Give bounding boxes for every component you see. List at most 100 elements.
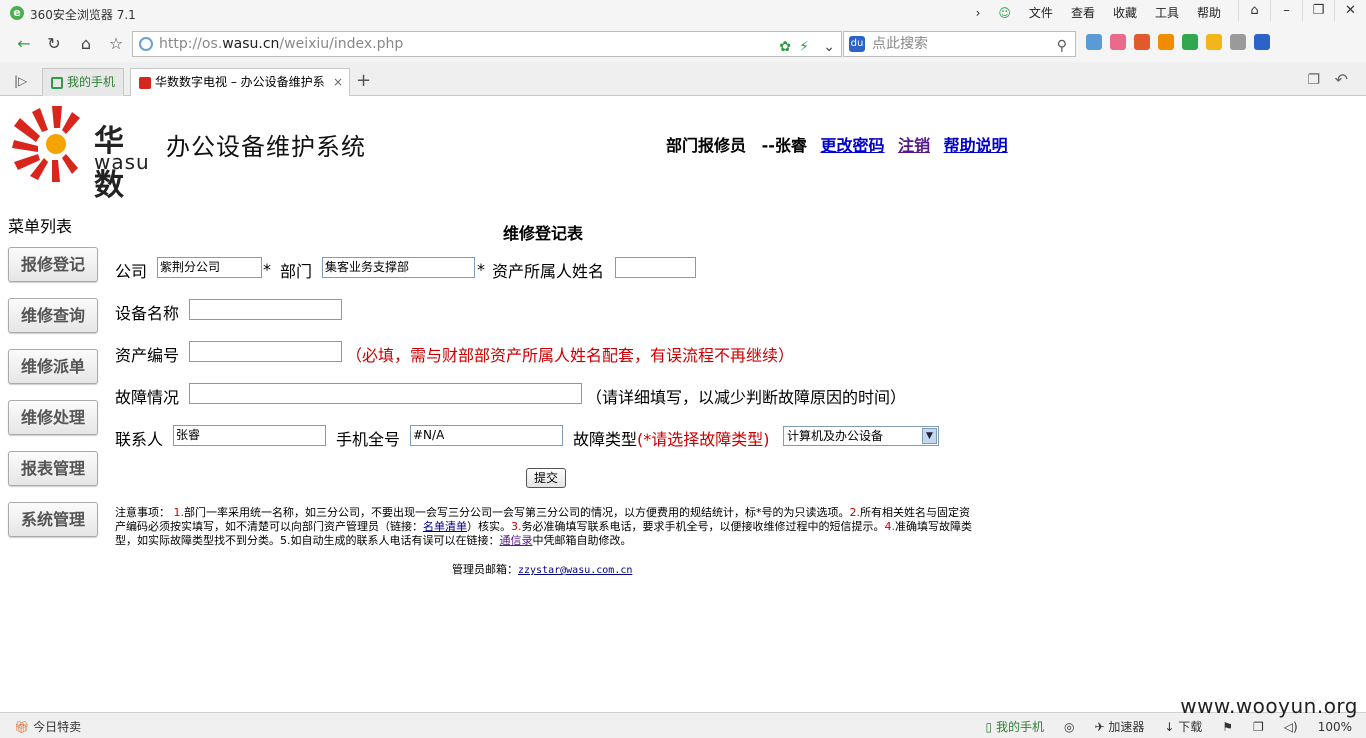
chevron-down-icon[interactable]: ⌄ xyxy=(823,35,835,59)
fault-type-select[interactable]: 计算机及办公设备 ▼ xyxy=(783,426,939,446)
menu-view[interactable]: 查看 xyxy=(1071,4,1095,21)
page-icon xyxy=(139,37,153,51)
browser-titlebar: e 360安全浏览器 7.1 › ☺ 文件 查看 收藏 工具 帮助 ⌂ – ❐ … xyxy=(0,0,1366,26)
company-field[interactable]: 紫荆分公司 xyxy=(157,257,262,278)
search-icon[interactable]: ⚲ xyxy=(1057,34,1067,58)
note-number: 3. xyxy=(511,520,522,533)
fullscreen-icon[interactable]: ❐ xyxy=(1253,720,1264,734)
user-bar: 部门报修员 --张睿 更改密码 注销 帮助说明 xyxy=(666,132,1008,156)
tab-list-icon[interactable]: ❐ xyxy=(1307,72,1320,88)
dept-field[interactable]: 集客业务支撑部 xyxy=(322,257,475,278)
note-number: 5. xyxy=(280,534,291,547)
tab-bar: |▷ 我的手机 华数数字电视 – 办公设备维护系 × + ❐ ↶ xyxy=(0,62,1366,97)
daily-deals-label: 今日特卖 xyxy=(33,720,82,734)
speed-icon[interactable]: ⚡ xyxy=(799,35,809,59)
sidebar-item-repair-dispatch[interactable]: 维修派单 xyxy=(8,349,98,384)
back-icon[interactable]: ← xyxy=(12,32,36,56)
url-input[interactable]: http://os.wasu.cn/weixiu/index.php ✿ ⚡ ⌄ xyxy=(132,31,842,57)
contact-field[interactable]: 张睿 xyxy=(173,425,326,446)
restore-button[interactable]: ❐ xyxy=(1302,0,1334,22)
flag-icon[interactable]: ⚑ xyxy=(1222,720,1233,734)
home-icon[interactable]: ⌂ xyxy=(74,32,98,56)
skin-icon[interactable]: ⌂ xyxy=(1238,0,1270,22)
star-icon[interactable]: ☆ xyxy=(104,32,128,56)
url-domain: wasu.cn xyxy=(222,36,280,52)
fault-type-label: 故障类型(*请选择故障类型) xyxy=(573,426,770,450)
close-button[interactable]: ✕ xyxy=(1334,0,1366,22)
menu-favorites[interactable]: 收藏 xyxy=(1113,4,1137,21)
menu-tools[interactable]: 工具 xyxy=(1155,4,1179,21)
daily-deals[interactable]: 🎁︎ 今日特卖 xyxy=(14,718,81,735)
search-placeholder: 点此搜索 xyxy=(872,36,928,52)
refresh-icon[interactable]: ↻ xyxy=(42,32,66,56)
plane-icon[interactable] xyxy=(1158,34,1174,50)
calendar-icon[interactable] xyxy=(1134,34,1150,50)
menu-help[interactable]: 帮助 xyxy=(1197,4,1221,21)
wasu-favicon xyxy=(139,76,151,89)
volume-icon[interactable]: ◁) xyxy=(1284,720,1298,734)
notes: 注意事项： 1.部门一率采用统一名称，如三分公司，不要出现一会写三分公司一会写第… xyxy=(115,506,977,548)
user-role: 部门报修员 xyxy=(666,136,747,155)
note-number: 1. xyxy=(173,506,185,519)
shield-icon[interactable] xyxy=(1182,34,1198,50)
logout-link[interactable]: 注销 xyxy=(898,136,930,155)
page-content: 华数 wasu 办公设备维护系统 部门报修员 --张睿 更改密码 注销 帮助说明… xyxy=(0,96,1366,712)
device-field[interactable] xyxy=(189,299,342,320)
fault-field[interactable] xyxy=(189,383,582,404)
security-icon[interactable]: ✿ xyxy=(779,35,791,59)
help-link[interactable]: 帮助说明 xyxy=(944,136,1008,155)
extension-icons xyxy=(1086,34,1270,50)
note-text: 中凭邮箱自助修改。 xyxy=(532,534,632,547)
mail-icon[interactable] xyxy=(1110,34,1126,50)
phone-field[interactable]: #N/A xyxy=(410,425,563,446)
download[interactable]: ↓ 下载 xyxy=(1164,718,1202,735)
notes-prefix: 注意事项： xyxy=(115,506,170,519)
note-number: 2. xyxy=(849,506,861,519)
sidebar-item-repair-query[interactable]: 维修查询 xyxy=(8,298,98,333)
status-bar: 🎁︎ 今日特卖 ▯ 我的手机 ◎ ✈ 加速器 ↓ 下载 ⚑ ❐ ◁) 100% xyxy=(0,712,1366,738)
phone-icon: ▯ xyxy=(985,720,996,734)
download-icon: ↓ xyxy=(1164,720,1179,734)
close-tab-icon[interactable]: × xyxy=(333,69,343,95)
note-text: 务必准确填写联系电话，要求手机全号，以便接收维修过程中的短信提示。 xyxy=(521,520,885,533)
download-label: 下载 xyxy=(1178,720,1203,734)
zoom-level[interactable]: 100% xyxy=(1318,720,1352,734)
sidebar-item-reports[interactable]: 报表管理 xyxy=(8,451,98,486)
fault-type-hint: (*请选择故障类型) xyxy=(637,430,770,449)
status-my-phone[interactable]: ▯ 我的手机 xyxy=(986,718,1044,735)
chevron-down-icon[interactable]: ▼ xyxy=(922,428,937,444)
browser-icon[interactable]: ◎ xyxy=(1064,720,1074,734)
apps-icon[interactable] xyxy=(1086,34,1102,50)
submit-button[interactable]: 提交 xyxy=(526,468,566,488)
contacts-link[interactable]: 通信录 xyxy=(500,534,533,547)
gift-icon[interactable] xyxy=(1206,34,1222,50)
name-list-link[interactable]: 名单清单 xyxy=(423,520,467,533)
user-icon[interactable]: ☺ xyxy=(998,6,1011,20)
change-password-link[interactable]: 更改密码 xyxy=(820,136,884,155)
search-input[interactable]: du 点此搜索 ⚲ xyxy=(843,31,1076,57)
tab-my-phone[interactable]: 我的手机 xyxy=(42,68,124,96)
undo-icon[interactable]: ↶ xyxy=(1335,70,1348,89)
company-label: 公司 xyxy=(115,262,148,281)
asset-field[interactable] xyxy=(189,341,342,362)
tab-current[interactable]: 华数数字电视 – 办公设备维护系 × xyxy=(130,68,350,97)
required-mark: * xyxy=(263,260,271,279)
minimize-button[interactable]: – xyxy=(1270,0,1302,22)
phone-label: 手机全号 xyxy=(336,430,401,449)
translate-icon[interactable] xyxy=(1254,34,1270,50)
admin-email-link[interactable]: zzystar@wasu.com.cn xyxy=(518,565,632,576)
owner-field[interactable] xyxy=(615,257,696,278)
sidebar-item-repair-process[interactable]: 维修处理 xyxy=(8,400,98,435)
system-title: 办公设备维护系统 xyxy=(166,133,366,161)
sidebar-item-system[interactable]: 系统管理 xyxy=(8,502,98,537)
rocket-icon: ✈ xyxy=(1094,720,1109,734)
screenshot-icon[interactable] xyxy=(1230,34,1246,50)
new-tab-button[interactable]: + xyxy=(356,70,371,91)
chevron-right-icon[interactable]: › xyxy=(976,6,981,20)
accelerator[interactable]: ✈ 加速器 xyxy=(1094,718,1144,735)
tab-label: 我的手机 xyxy=(67,75,116,89)
brand-english: wasu xyxy=(94,150,150,174)
sidebar-item-repair-register[interactable]: 报修登记 xyxy=(8,247,98,282)
sidebar-toggle-icon[interactable]: |▷ xyxy=(14,74,27,88)
menu-file[interactable]: 文件 xyxy=(1029,4,1053,21)
